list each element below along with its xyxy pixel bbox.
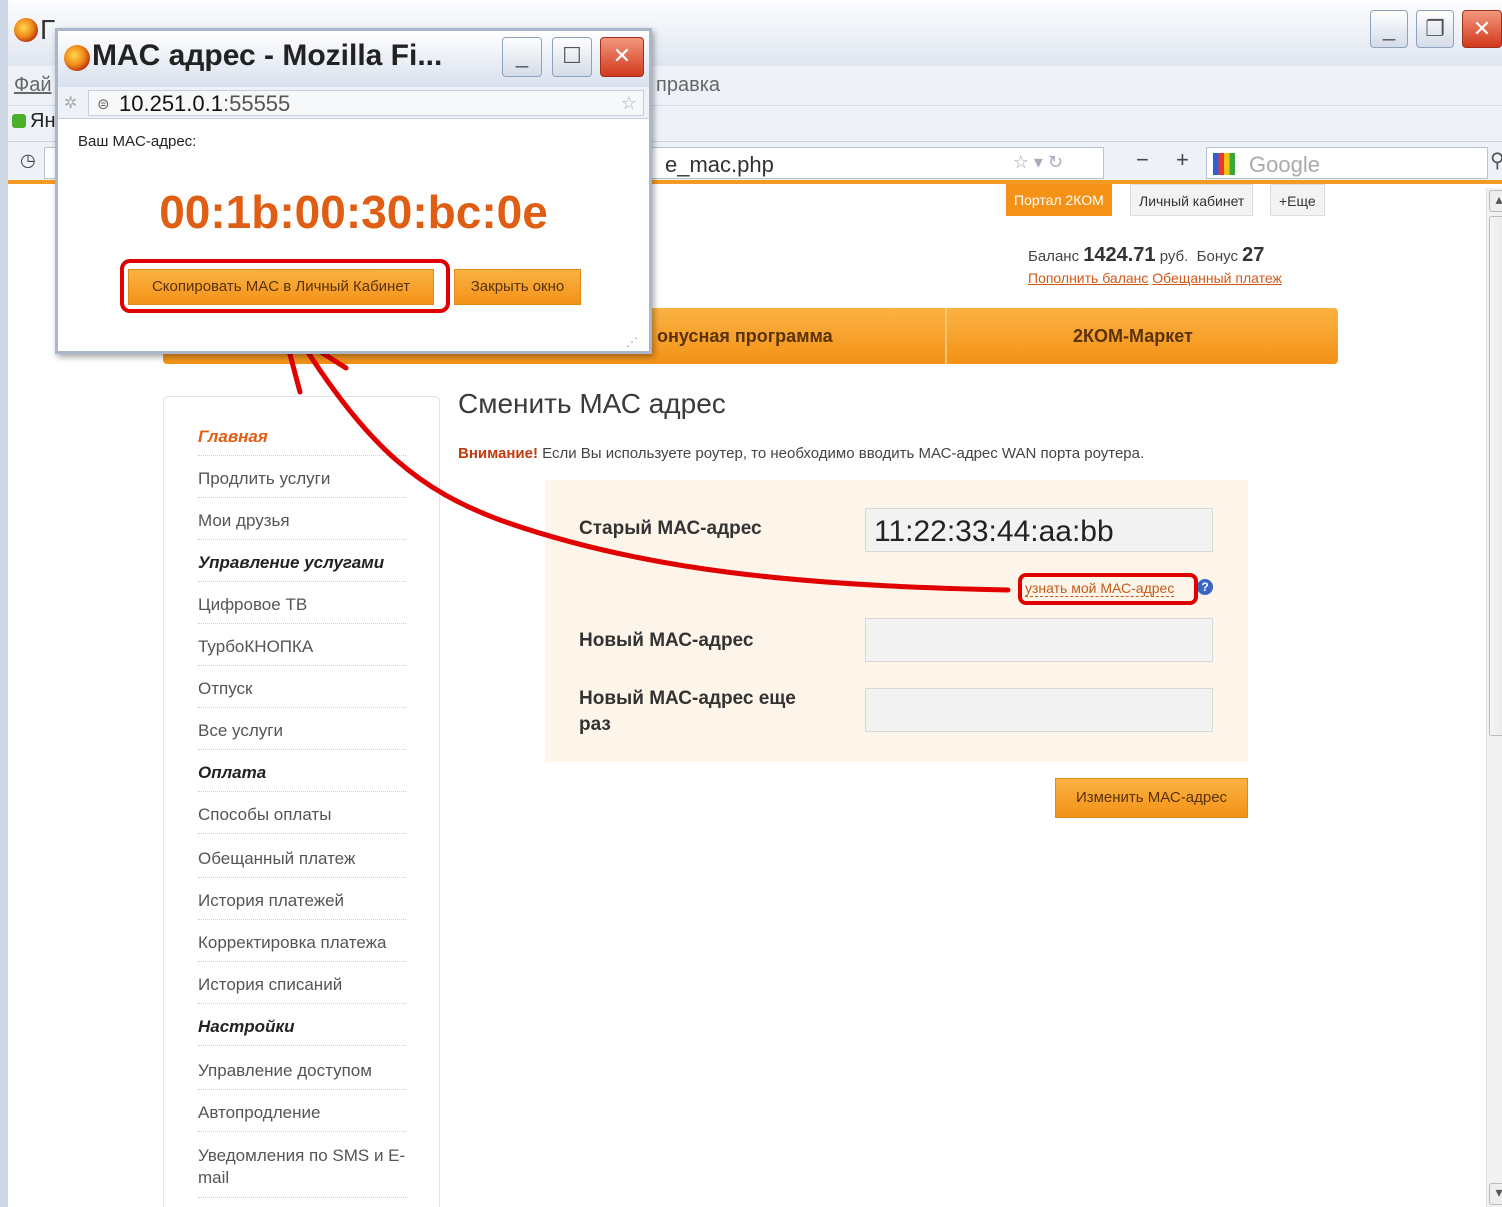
copy-button-highlight-annotation [120, 259, 450, 313]
site-identity-icon[interactable]: ⊜ [97, 95, 110, 113]
help-icon[interactable]: ? [1197, 579, 1213, 595]
new-mac-label: Новый МАС-адрес [579, 630, 754, 651]
sidebar-item-my-friends[interactable]: Мои друзья [198, 511, 406, 540]
sidebar-item-turbo-button[interactable]: ТурбоКНОПКА [198, 637, 406, 666]
tab-bonus-program[interactable]: онусная программа [657, 326, 833, 347]
loading-icon: ✲ [64, 95, 78, 112]
popup-address-row: ✲ ⊜ 10.251.0.1:55555 ☆ [58, 87, 649, 119]
scroll-down-icon[interactable]: ▾ [1489, 1183, 1502, 1205]
scroll-up-icon[interactable]: ▴ [1489, 190, 1502, 212]
sidebar-section-payment: Оплата [198, 763, 406, 792]
find-mac-highlight-annotation [1018, 573, 1198, 605]
old-mac-label: Старый МАС-адрес [579, 518, 762, 539]
warning-label: Внимание! [458, 445, 538, 462]
resize-grip-icon[interactable]: ⋰ [626, 335, 638, 349]
personal-cabinet-link[interactable]: Личный кабинет [1130, 184, 1254, 216]
sidebar-item-all-services[interactable]: Все услуги [198, 721, 406, 750]
popup-minimize-button[interactable]: _ [502, 37, 542, 77]
balance-value: 1424.71 [1083, 244, 1156, 266]
balance-unit: руб. [1159, 248, 1189, 265]
restore-button[interactable]: ❐ [1416, 10, 1454, 48]
bookmark-star-icon[interactable]: ☆ [621, 93, 637, 114]
old-mac-field[interactable]: 11:22:33:44:aa:bb [865, 508, 1213, 552]
tab-2kom-market[interactable]: 2КОМ-Маркет [1073, 326, 1193, 347]
page-title: Сменить МАС адрес [458, 388, 726, 419]
firefox-logo-icon [64, 45, 90, 71]
minimize-button[interactable]: _ [1370, 10, 1408, 48]
search-icon[interactable]: ⚲ [1490, 148, 1502, 173]
bonus-value: 27 [1242, 244, 1265, 266]
sidebar-item-sms-email-notifications[interactable]: Уведомления по SMS и E-mail [198, 1145, 408, 1198]
sidebar-item-payment-history[interactable]: История платежей [198, 891, 406, 920]
new-mac-again-label: Новый МАС-адрес еще раз [579, 688, 796, 735]
popup-url-port: :55555 [222, 91, 291, 116]
change-mac-form: Старый МАС-адрес 11:22:33:44:aa:bb узнат… [545, 480, 1248, 762]
bonus-label: Бонус [1196, 248, 1238, 265]
sidebar-item-digital-tv[interactable]: Цифровое ТВ [198, 595, 406, 624]
sidebar-item-payment-methods[interactable]: Способы оплаты [198, 805, 406, 834]
more-link[interactable]: +Еще [1270, 184, 1325, 216]
detected-mac-address: 00:1b:00:30:bc:0e [159, 186, 548, 238]
mac-popup-window: MAC адрес - Mozilla Fi... _ ☐ ✕ ✲ ⊜ 10.2… [55, 28, 652, 354]
new-mac-field[interactable] [865, 618, 1213, 662]
history-icon[interactable]: ◷ [20, 150, 36, 171]
sidebar-item-access-management[interactable]: Управление доступом [198, 1061, 406, 1090]
router-warning: Внимание! Если Вы используете роутер, то… [458, 445, 1144, 462]
popup-maximize-button[interactable]: ☐ [552, 37, 592, 77]
yandex-bookmark-icon [12, 114, 26, 128]
portal-link-2kom[interactable]: Портал 2КОМ [1006, 184, 1112, 216]
popup-titlebar: MAC адрес - Mozilla Fi... _ ☐ ✕ [58, 31, 649, 87]
balance-info: Баланс 1424.71 руб. Бонус 27 [1028, 244, 1264, 267]
sidebar-item-payment-correction[interactable]: Корректировка платежа [198, 933, 406, 962]
google-icon [1213, 153, 1235, 175]
firefox-logo-icon [14, 18, 38, 42]
menu-help[interactable]: правка [656, 74, 720, 97]
popup-close-button[interactable]: ✕ [600, 37, 644, 77]
sidebar-item-home[interactable]: Главная [198, 427, 406, 456]
close-window-button[interactable]: Закрыть окно [454, 269, 581, 305]
promised-payment-link[interactable]: Обещанный платеж [1152, 270, 1282, 286]
balance-label: Баланс [1028, 248, 1080, 265]
sidebar-item-charge-history[interactable]: История списаний [198, 975, 406, 1004]
your-mac-label: Ваш MAC-адрес: [78, 133, 197, 150]
sidebar-item-extend-services[interactable]: Продлить услуги [198, 469, 406, 498]
search-bar[interactable]: Google [1206, 147, 1488, 179]
sidebar-menu: Главная Продлить услуги Мои друзья Управ… [163, 396, 440, 1207]
nav-divider [945, 308, 947, 364]
balance-links: Пополнить баланс Обещанный платеж [1028, 270, 1282, 286]
search-placeholder: Google [1249, 152, 1320, 177]
bookmark-star-icon[interactable]: ☆ ▾ ↻ [1013, 152, 1063, 173]
new-mac-again-field[interactable] [865, 688, 1213, 732]
address-bar-url: e_mac.php [665, 152, 774, 177]
close-button[interactable]: ✕ [1462, 10, 1502, 48]
bookmark-label[interactable]: Ян [30, 110, 56, 133]
window-title: Г [40, 14, 56, 45]
popup-address-bar[interactable]: ⊜ 10.251.0.1:55555 ☆ [88, 90, 644, 116]
warning-text: Если Вы используете роутер, то необходим… [537, 445, 1145, 462]
zoom-out-button[interactable]: − [1136, 147, 1149, 173]
sidebar-item-promised-payment[interactable]: Обещанный платеж [198, 849, 406, 878]
sidebar-section-settings: Настройки [198, 1017, 406, 1046]
sidebar-section-service-management: Управление услугами [198, 553, 406, 582]
menu-file[interactable]: Фай [14, 74, 52, 97]
popup-url-host: 10.251.0.1 [119, 91, 223, 116]
change-mac-button[interactable]: Изменить МАС-адрес [1055, 778, 1248, 818]
popup-title: MAC адрес - Mozilla Fi... [92, 39, 443, 72]
sidebar-item-vacation[interactable]: Отпуск [198, 679, 406, 708]
vertical-scrollbar[interactable]: ▴ ▾ [1486, 188, 1502, 1207]
zoom-in-button[interactable]: + [1176, 147, 1189, 173]
scrollbar-thumb[interactable] [1489, 216, 1502, 736]
topup-balance-link[interactable]: Пополнить баланс [1028, 270, 1148, 286]
sidebar-item-auto-renewal[interactable]: Автопродление [198, 1103, 406, 1132]
